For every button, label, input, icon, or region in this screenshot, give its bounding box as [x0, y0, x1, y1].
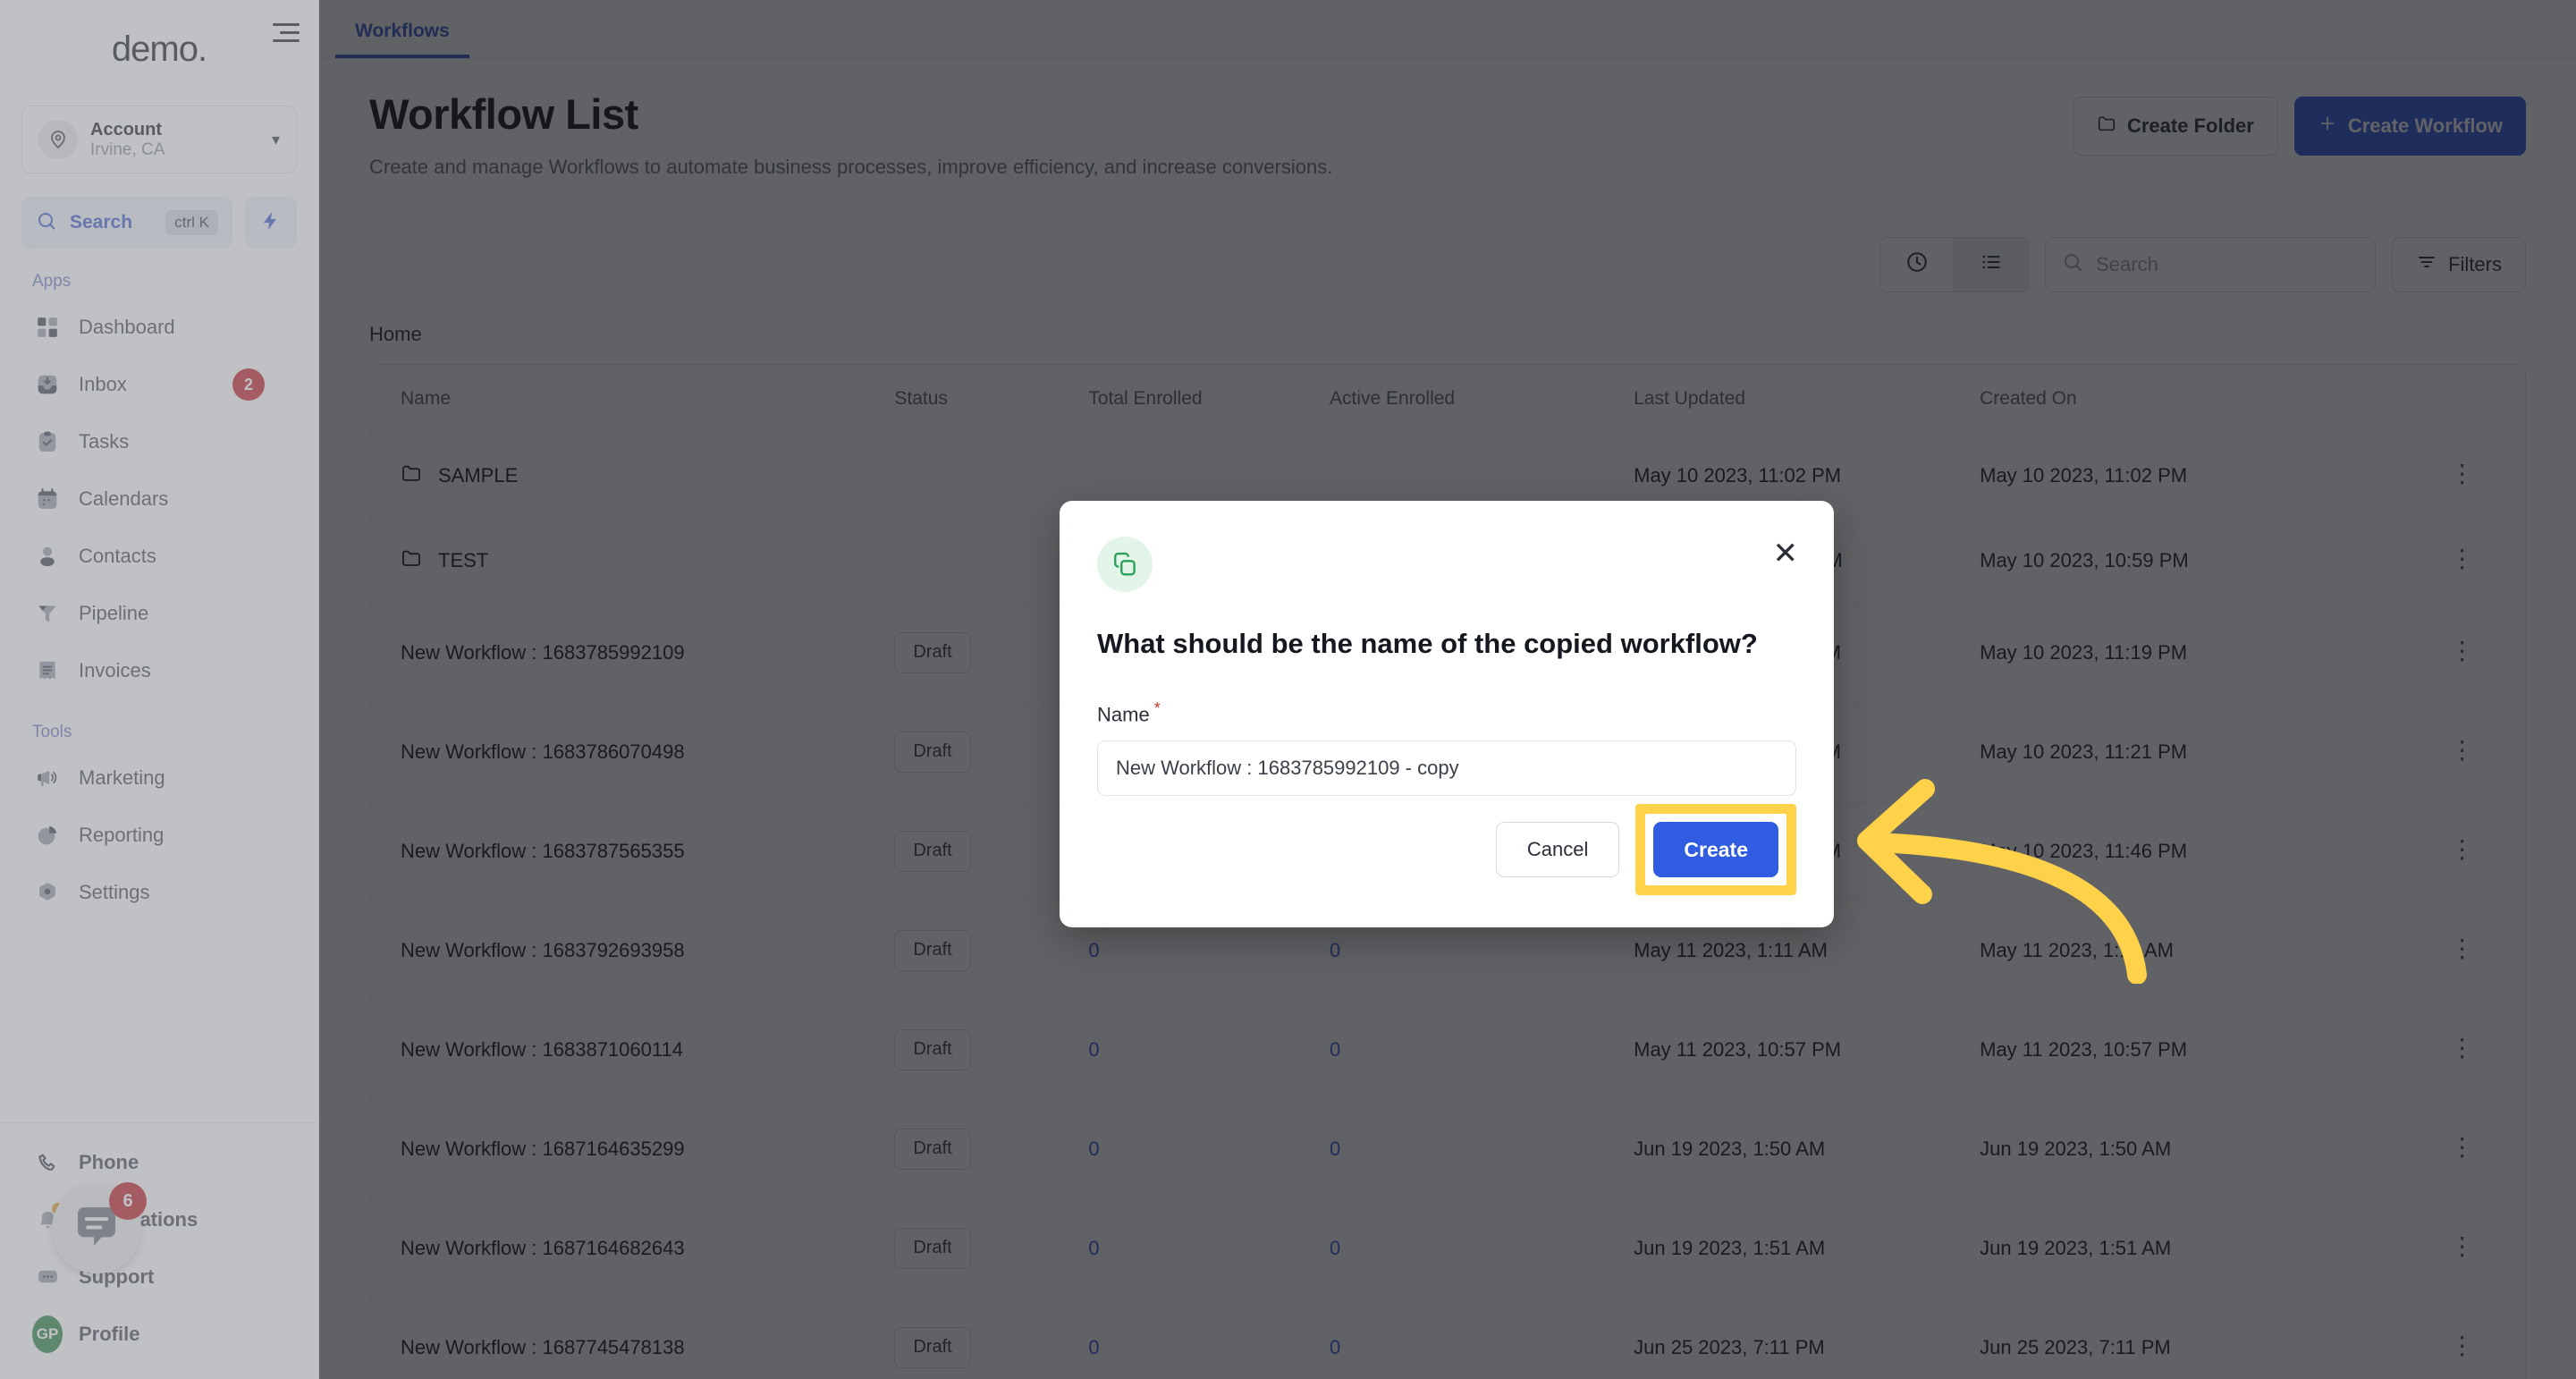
- create-button[interactable]: Create: [1653, 822, 1778, 877]
- cancel-button[interactable]: Cancel: [1495, 822, 1620, 877]
- copy-icon: [1097, 537, 1153, 592]
- modal-title: What should be the name of the copied wo…: [1097, 628, 1758, 659]
- modal-actions: Cancel Create: [1495, 804, 1796, 895]
- create-button-highlight-inner: Create: [1645, 814, 1786, 885]
- workflow-name-input[interactable]: [1097, 740, 1796, 797]
- copy-workflow-modal: ✕ What should be the name of the copied …: [1060, 501, 1834, 927]
- close-icon[interactable]: ✕: [1773, 538, 1799, 569]
- create-button-highlight: Create: [1635, 804, 1796, 895]
- app-root: demo. Account Irvine, CA ▾ Sear: [0, 0, 2576, 1379]
- modal-overlay-sidebar: [0, 0, 319, 1379]
- name-label-text: Name: [1097, 703, 1150, 726]
- name-field-label: Name *: [1097, 699, 1796, 726]
- required-marker: *: [1153, 699, 1161, 717]
